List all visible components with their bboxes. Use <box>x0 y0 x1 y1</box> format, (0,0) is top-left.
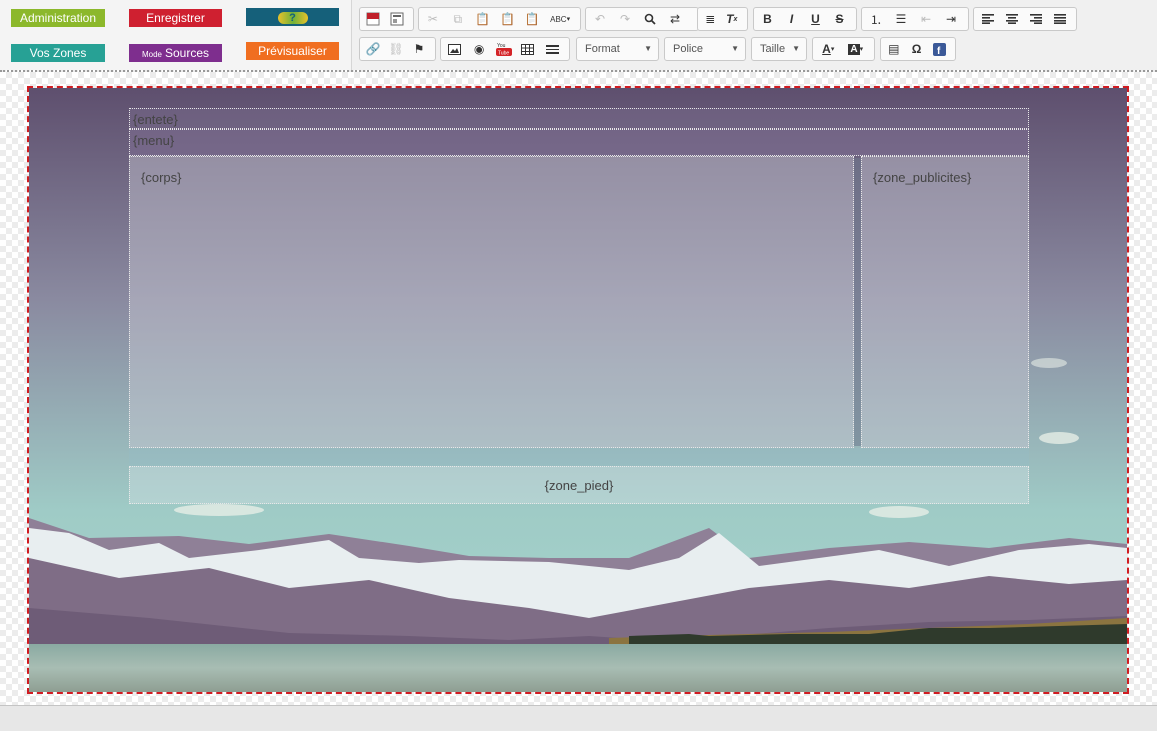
youtube-icon[interactable]: You Tube <box>493 39 514 59</box>
text-style-group: B I U S <box>753 7 857 31</box>
save-button[interactable]: Enregistrer <box>129 9 222 27</box>
menu-zone-label: {menu} <box>133 133 175 148</box>
footer-zone[interactable]: {zone_pied} <box>129 466 1029 504</box>
help-icon: ? <box>277 12 308 24</box>
menu-zone[interactable]: {menu} <box>129 129 1029 156</box>
redo-icon[interactable]: ↷ <box>614 9 636 29</box>
flash-icon[interactable]: ◉ <box>468 39 489 59</box>
column-divider <box>854 158 861 446</box>
align-right-icon[interactable] <box>1025 9 1046 29</box>
background-color-icon[interactable]: A ▾ <box>844 39 869 59</box>
header-zone[interactable]: {entete} <box>129 108 1029 129</box>
horizontal-rule-icon[interactable] <box>542 39 563 59</box>
ads-zone-label: {zone_publicites} <box>873 170 972 185</box>
format-select[interactable]: Format ▼ <box>576 37 659 61</box>
html-source-icon[interactable] <box>387 9 408 29</box>
zones-button[interactable]: Vos Zones <box>11 44 105 62</box>
indent-icon[interactable]: ⇥ <box>940 9 962 29</box>
spellcheck-icon[interactable]: ABC ▾ <box>546 9 574 29</box>
text-color-icon[interactable]: A ▾ <box>816 39 841 59</box>
format-select-value: Format <box>585 43 620 55</box>
align-center-icon[interactable] <box>1001 9 1022 29</box>
document-group <box>359 7 414 31</box>
template-insert-icon[interactable]: ▤ <box>884 39 904 59</box>
toolbar-divider <box>0 70 1157 72</box>
anchor-icon[interactable]: ⚑ <box>409 39 429 59</box>
source-mode-button[interactable]: Mode Sources <box>129 44 222 62</box>
paste-icon[interactable]: 📋 <box>472 9 494 29</box>
numbered-list-icon[interactable]: ⒈ <box>865 9 887 29</box>
ads-zone[interactable]: {zone_publicites} <box>861 156 1029 448</box>
outdent-icon[interactable]: ⇤ <box>915 9 937 29</box>
paste-text-icon[interactable]: 📋 <box>497 9 519 29</box>
body-zone[interactable]: {corps} <box>129 156 854 448</box>
body-zone-label: {corps} <box>141 170 182 185</box>
strikethrough-icon[interactable]: S <box>829 9 850 29</box>
chevron-down-icon: ▼ <box>792 44 800 53</box>
preview-button[interactable]: Prévisualiser <box>246 42 339 60</box>
status-bar <box>0 705 1157 731</box>
paste-word-icon[interactable]: 📋 <box>521 9 543 29</box>
svg-text:You: You <box>497 43 506 49</box>
source-label: Sources <box>164 46 210 60</box>
history-group: ↶ ↷ ⇄ <box>585 7 699 31</box>
special-char-icon[interactable]: Ω <box>907 39 927 59</box>
help-button[interactable]: ? <box>246 8 339 26</box>
color-group: A ▾ A ▾ <box>812 37 875 61</box>
copy-icon[interactable]: ⧉ <box>447 9 469 29</box>
clipboard-group: ✂ ⧉ 📋 📋 📋 ABC ▾ <box>418 7 581 31</box>
link-group: 🔗 ⛓ ⚑ <box>359 37 436 61</box>
link-icon[interactable]: 🔗 <box>363 39 383 59</box>
bullet-list-icon[interactable]: ☰ <box>890 9 912 29</box>
underline-icon[interactable]: U <box>805 9 826 29</box>
replace-icon[interactable]: ⇄ <box>664 9 686 29</box>
justify-icon[interactable] <box>1049 9 1070 29</box>
format-tools-group: ≣ Tx <box>697 7 748 31</box>
image-icon[interactable] <box>444 39 465 59</box>
extras-group: ▤ Ω f <box>880 37 956 61</box>
undo-icon[interactable]: ↶ <box>589 9 611 29</box>
bold-icon[interactable]: B <box>757 9 778 29</box>
source-mode-label: Mode <box>141 50 162 59</box>
font-select[interactable]: Police ▼ <box>664 37 746 61</box>
svg-text:Tube: Tube <box>498 51 509 57</box>
unlink-icon[interactable]: ⛓ <box>386 39 406 59</box>
header-zone-label: {entete} <box>133 112 178 127</box>
block-format-icon[interactable]: ≣ <box>701 9 720 29</box>
chevron-down-icon: ▼ <box>644 44 652 53</box>
align-left-icon[interactable] <box>977 9 998 29</box>
footer-zone-label: {zone_pied} <box>544 478 614 493</box>
list-group: ⒈ ☰ ⇤ ⇥ <box>861 7 969 31</box>
facebook-icon[interactable]: f <box>929 39 949 59</box>
table-icon[interactable] <box>517 39 538 59</box>
template-canvas[interactable]: {entete} {menu} {corps} {zone_publicites… <box>27 86 1129 694</box>
cut-icon[interactable]: ✂ <box>422 9 444 29</box>
zone-spacer <box>129 448 1029 466</box>
font-select-value: Police <box>673 43 703 55</box>
size-select[interactable]: Taille ▼ <box>751 37 807 61</box>
editor-toolbar: ✂ ⧉ 📋 📋 📋 ABC ▾ ↶ ↷ ⇄ ≣ Tx B I U S ⒈ ☰ ⇤ … <box>351 0 1157 70</box>
chevron-down-icon: ▼ <box>731 44 739 53</box>
clear-format-icon[interactable]: Tx <box>723 9 742 29</box>
insert-group: ◉ You Tube <box>440 37 570 61</box>
find-icon[interactable] <box>639 9 661 29</box>
italic-icon[interactable]: I <box>781 9 802 29</box>
template-icon[interactable] <box>363 9 384 29</box>
size-select-value: Taille <box>760 43 786 55</box>
alignment-group <box>973 7 1077 31</box>
administration-button[interactable]: Administration <box>11 9 105 27</box>
